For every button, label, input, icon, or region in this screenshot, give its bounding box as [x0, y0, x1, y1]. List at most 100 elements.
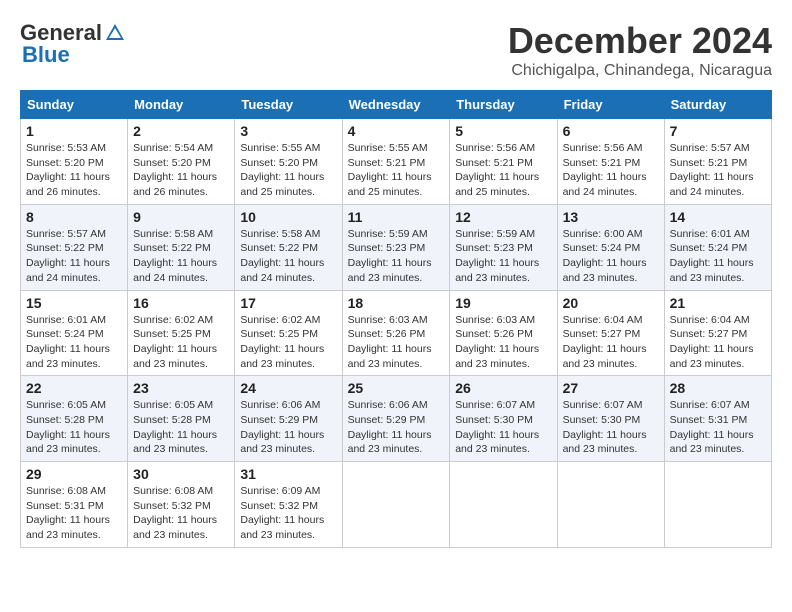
day-number: 18 [348, 295, 445, 311]
day-number: 1 [26, 123, 122, 139]
day-number: 5 [455, 123, 551, 139]
day-info: Sunrise: 6:05 AMSunset: 5:28 PMDaylight:… [133, 399, 217, 455]
day-number: 17 [240, 295, 336, 311]
day-number: 31 [240, 466, 336, 482]
day-info: Sunrise: 5:57 AMSunset: 5:21 PMDaylight:… [670, 142, 754, 198]
day-number: 14 [670, 209, 766, 225]
month-title: December 2024 [508, 20, 772, 62]
title-section: December 2024 Chichigalpa, Chinandega, N… [508, 20, 772, 80]
day-cell: 4 Sunrise: 5:55 AMSunset: 5:21 PMDayligh… [342, 119, 450, 205]
day-cell: 21 Sunrise: 6:04 AMSunset: 5:27 PMDaylig… [664, 290, 771, 376]
day-number: 27 [563, 380, 659, 396]
day-cell: 19 Sunrise: 6:03 AMSunset: 5:26 PMDaylig… [450, 290, 557, 376]
day-info: Sunrise: 6:05 AMSunset: 5:28 PMDaylight:… [26, 399, 110, 455]
weekday-header-saturday: Saturday [664, 91, 771, 119]
day-number: 12 [455, 209, 551, 225]
day-number: 25 [348, 380, 445, 396]
day-info: Sunrise: 6:06 AMSunset: 5:29 PMDaylight:… [240, 399, 324, 455]
day-number: 24 [240, 380, 336, 396]
day-number: 19 [455, 295, 551, 311]
day-number: 30 [133, 466, 229, 482]
day-cell: 8 Sunrise: 5:57 AMSunset: 5:22 PMDayligh… [21, 204, 128, 290]
logo-icon [104, 22, 126, 44]
day-cell: 6 Sunrise: 5:56 AMSunset: 5:21 PMDayligh… [557, 119, 664, 205]
day-cell: 12 Sunrise: 5:59 AMSunset: 5:23 PMDaylig… [450, 204, 557, 290]
day-cell [664, 462, 771, 548]
day-number: 9 [133, 209, 229, 225]
day-info: Sunrise: 6:07 AMSunset: 5:31 PMDaylight:… [670, 399, 754, 455]
day-cell: 18 Sunrise: 6:03 AMSunset: 5:26 PMDaylig… [342, 290, 450, 376]
weekday-header-thursday: Thursday [450, 91, 557, 119]
day-info: Sunrise: 6:01 AMSunset: 5:24 PMDaylight:… [670, 228, 754, 284]
day-info: Sunrise: 6:08 AMSunset: 5:31 PMDaylight:… [26, 485, 110, 541]
day-number: 26 [455, 380, 551, 396]
day-info: Sunrise: 6:01 AMSunset: 5:24 PMDaylight:… [26, 314, 110, 370]
day-cell: 31 Sunrise: 6:09 AMSunset: 5:32 PMDaylig… [235, 462, 342, 548]
day-number: 13 [563, 209, 659, 225]
day-number: 22 [26, 380, 122, 396]
day-cell: 26 Sunrise: 6:07 AMSunset: 5:30 PMDaylig… [450, 376, 557, 462]
weekday-header-row: SundayMondayTuesdayWednesdayThursdayFrid… [21, 91, 772, 119]
day-info: Sunrise: 5:57 AMSunset: 5:22 PMDaylight:… [26, 228, 110, 284]
day-number: 3 [240, 123, 336, 139]
day-cell: 3 Sunrise: 5:55 AMSunset: 5:20 PMDayligh… [235, 119, 342, 205]
day-number: 2 [133, 123, 229, 139]
day-info: Sunrise: 5:55 AMSunset: 5:20 PMDaylight:… [240, 142, 324, 198]
calendar-table: SundayMondayTuesdayWednesdayThursdayFrid… [20, 90, 772, 548]
day-info: Sunrise: 6:02 AMSunset: 5:25 PMDaylight:… [133, 314, 217, 370]
day-cell: 24 Sunrise: 6:06 AMSunset: 5:29 PMDaylig… [235, 376, 342, 462]
header: General Blue December 2024 Chichigalpa, … [20, 20, 772, 80]
day-info: Sunrise: 5:58 AMSunset: 5:22 PMDaylight:… [240, 228, 324, 284]
day-number: 15 [26, 295, 122, 311]
week-row-4: 22 Sunrise: 6:05 AMSunset: 5:28 PMDaylig… [21, 376, 772, 462]
weekday-header-sunday: Sunday [21, 91, 128, 119]
day-number: 6 [563, 123, 659, 139]
day-info: Sunrise: 5:58 AMSunset: 5:22 PMDaylight:… [133, 228, 217, 284]
day-number: 23 [133, 380, 229, 396]
day-info: Sunrise: 6:07 AMSunset: 5:30 PMDaylight:… [563, 399, 647, 455]
day-cell: 1 Sunrise: 5:53 AMSunset: 5:20 PMDayligh… [21, 119, 128, 205]
weekday-header-monday: Monday [128, 91, 235, 119]
week-row-1: 1 Sunrise: 5:53 AMSunset: 5:20 PMDayligh… [21, 119, 772, 205]
day-cell: 13 Sunrise: 6:00 AMSunset: 5:24 PMDaylig… [557, 204, 664, 290]
day-number: 28 [670, 380, 766, 396]
day-info: Sunrise: 6:06 AMSunset: 5:29 PMDaylight:… [348, 399, 432, 455]
day-number: 10 [240, 209, 336, 225]
weekday-header-tuesday: Tuesday [235, 91, 342, 119]
weekday-header-friday: Friday [557, 91, 664, 119]
day-number: 21 [670, 295, 766, 311]
calendar-body: 1 Sunrise: 5:53 AMSunset: 5:20 PMDayligh… [21, 119, 772, 548]
day-cell: 22 Sunrise: 6:05 AMSunset: 5:28 PMDaylig… [21, 376, 128, 462]
day-cell: 14 Sunrise: 6:01 AMSunset: 5:24 PMDaylig… [664, 204, 771, 290]
day-cell: 9 Sunrise: 5:58 AMSunset: 5:22 PMDayligh… [128, 204, 235, 290]
day-info: Sunrise: 6:03 AMSunset: 5:26 PMDaylight:… [348, 314, 432, 370]
day-number: 8 [26, 209, 122, 225]
day-info: Sunrise: 5:59 AMSunset: 5:23 PMDaylight:… [348, 228, 432, 284]
day-number: 11 [348, 209, 445, 225]
week-row-3: 15 Sunrise: 6:01 AMSunset: 5:24 PMDaylig… [21, 290, 772, 376]
day-cell: 28 Sunrise: 6:07 AMSunset: 5:31 PMDaylig… [664, 376, 771, 462]
day-cell [342, 462, 450, 548]
day-cell: 23 Sunrise: 6:05 AMSunset: 5:28 PMDaylig… [128, 376, 235, 462]
day-cell [450, 462, 557, 548]
day-info: Sunrise: 6:04 AMSunset: 5:27 PMDaylight:… [563, 314, 647, 370]
weekday-header-wednesday: Wednesday [342, 91, 450, 119]
day-cell: 20 Sunrise: 6:04 AMSunset: 5:27 PMDaylig… [557, 290, 664, 376]
day-cell: 7 Sunrise: 5:57 AMSunset: 5:21 PMDayligh… [664, 119, 771, 205]
day-cell: 30 Sunrise: 6:08 AMSunset: 5:32 PMDaylig… [128, 462, 235, 548]
day-cell: 2 Sunrise: 5:54 AMSunset: 5:20 PMDayligh… [128, 119, 235, 205]
day-info: Sunrise: 5:59 AMSunset: 5:23 PMDaylight:… [455, 228, 539, 284]
day-info: Sunrise: 5:53 AMSunset: 5:20 PMDaylight:… [26, 142, 110, 198]
week-row-2: 8 Sunrise: 5:57 AMSunset: 5:22 PMDayligh… [21, 204, 772, 290]
day-info: Sunrise: 5:54 AMSunset: 5:20 PMDaylight:… [133, 142, 217, 198]
logo-blue: Blue [20, 42, 70, 68]
day-cell: 29 Sunrise: 6:08 AMSunset: 5:31 PMDaylig… [21, 462, 128, 548]
day-cell: 25 Sunrise: 6:06 AMSunset: 5:29 PMDaylig… [342, 376, 450, 462]
day-cell [557, 462, 664, 548]
day-cell: 5 Sunrise: 5:56 AMSunset: 5:21 PMDayligh… [450, 119, 557, 205]
day-info: Sunrise: 5:56 AMSunset: 5:21 PMDaylight:… [563, 142, 647, 198]
day-info: Sunrise: 6:00 AMSunset: 5:24 PMDaylight:… [563, 228, 647, 284]
day-cell: 17 Sunrise: 6:02 AMSunset: 5:25 PMDaylig… [235, 290, 342, 376]
day-info: Sunrise: 6:02 AMSunset: 5:25 PMDaylight:… [240, 314, 324, 370]
week-row-5: 29 Sunrise: 6:08 AMSunset: 5:31 PMDaylig… [21, 462, 772, 548]
